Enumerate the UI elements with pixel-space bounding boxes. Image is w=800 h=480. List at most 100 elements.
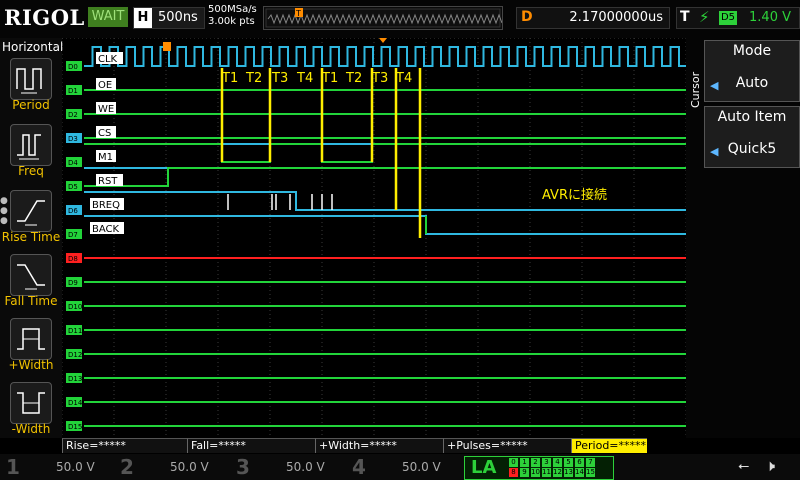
- la-label: LA: [471, 457, 497, 478]
- channel-tag-label: D9: [68, 279, 78, 287]
- mode-value: Auto: [735, 75, 769, 91]
- pulses-measurement[interactable]: +Pulses=*****: [443, 438, 571, 453]
- channel-tag-label: D0: [68, 63, 78, 71]
- channel-tag-label: D11: [68, 327, 82, 335]
- neg-width-button[interactable]: [10, 382, 52, 424]
- signal-label-oe: OE: [98, 80, 112, 91]
- ch1-number: 1: [6, 455, 20, 479]
- memory-overview-strip[interactable]: T: [263, 6, 503, 30]
- clk-trace: [84, 46, 686, 67]
- delay-key: D: [521, 9, 533, 25]
- channel-tag-label: D8: [68, 255, 78, 263]
- back-trace: [84, 215, 686, 235]
- pos-width-button[interactable]: [10, 318, 52, 360]
- rst-trace: [84, 167, 686, 187]
- signal-label-rst: RST: [98, 176, 118, 187]
- cursor-menu-tab: Cursor: [688, 56, 702, 116]
- la-channel-cell: 13: [564, 468, 573, 477]
- avr-note: AVRに接続: [542, 187, 607, 203]
- la-channel-cell: 0: [509, 458, 518, 467]
- ch4-status[interactable]: 4 50.0 V: [352, 455, 460, 479]
- rise-time-label: Rise Time: [1, 230, 61, 244]
- freq-icon: [17, 134, 41, 160]
- trigger-position-value: 2.17000000us: [569, 10, 663, 25]
- signal-label-breq: BREQ: [92, 200, 120, 211]
- trigger-source: D5: [719, 11, 737, 25]
- auto-item-button[interactable]: Auto Item ◀ Quick5: [704, 106, 800, 168]
- signal-label-clk: CLK: [98, 54, 118, 65]
- ch4-number: 4: [352, 455, 366, 479]
- ch2-status[interactable]: 2 50.0 V: [120, 455, 228, 479]
- sample-rate: 500MSa/s: [208, 4, 257, 15]
- channel-tag-label: D12: [68, 351, 82, 359]
- auto-item-title: Auto Item: [717, 109, 787, 125]
- channel-tag-label: D1: [68, 87, 78, 95]
- la-channel-cell: 14: [575, 468, 584, 477]
- ch3-number: 3: [236, 455, 250, 479]
- period-icon: [16, 68, 42, 94]
- period-button[interactable]: [10, 58, 52, 100]
- channel-tag-label: D3: [68, 135, 78, 143]
- la-channel-cell: 4: [553, 458, 562, 467]
- period-measurement[interactable]: Period=*****: [571, 438, 647, 453]
- scroll-dots-icon: ● ● ●: [0, 196, 8, 226]
- channel-tags: D0 D1 D2 D3 D4 D5 D6 D7 D8 D9 D10 D11 D12 D13 D14 D15: [66, 61, 83, 431]
- logic-analyzer-status[interactable]: LA 0 1 2 3 4 5 6 7 8 9 10 11 12 13 14 15: [464, 456, 614, 480]
- cycle-label-t1: T1: [221, 71, 238, 86]
- channel-tag-label: D2: [68, 111, 78, 119]
- signal-label-cs: CS: [98, 128, 111, 139]
- la-channel-cell: 10: [531, 468, 540, 477]
- pos-width-label: +Width: [8, 358, 54, 372]
- fall-measurement[interactable]: Fall=*****: [187, 438, 315, 453]
- cycle-label-t4: T4: [395, 71, 412, 86]
- ch4-scale: 50.0 V: [402, 460, 441, 474]
- trigger-marker-icon: [163, 42, 171, 51]
- mode-button[interactable]: Mode ◀ Auto: [704, 40, 800, 102]
- speaker-muted-icon[interactable]: 🕨: [765, 456, 775, 476]
- run-status-badge[interactable]: WAIT: [88, 7, 128, 27]
- timebase-value: 500ns: [158, 10, 198, 25]
- timebase-box[interactable]: H 500ns: [133, 7, 205, 29]
- fall-time-label: Fall Time: [4, 294, 58, 308]
- neg-width-icon: [17, 392, 45, 414]
- freq-button[interactable]: [10, 124, 52, 166]
- rise-measurement[interactable]: Rise=*****: [62, 438, 190, 453]
- auto-item-value: Quick5: [727, 141, 777, 157]
- trigger-position-box[interactable]: D 2.17000000us: [516, 7, 670, 29]
- channel-tag-label: D7: [68, 231, 78, 239]
- ch3-status[interactable]: 3 50.0 V: [236, 455, 344, 479]
- la-channel-cell: 2: [531, 458, 540, 467]
- panel-title: Horizontal: [2, 40, 64, 54]
- rise-time-icon: [17, 200, 45, 226]
- ch2-scale: 50.0 V: [170, 460, 209, 474]
- neg-width-label: -Width: [11, 422, 51, 436]
- signal-label-back: BACK: [92, 224, 120, 235]
- freq-label: Freq: [18, 164, 44, 178]
- pos-width-measurement[interactable]: +Width=*****: [315, 438, 443, 453]
- la-channel-cell: 6: [575, 458, 584, 467]
- sample-rate-readout: 500MSa/s 3.00k pts: [208, 4, 257, 28]
- trigger-key: T: [680, 9, 690, 25]
- rise-time-button[interactable]: [10, 190, 52, 232]
- cycle-label-t3: T3: [271, 71, 288, 86]
- cycle-label-t2: T2: [245, 71, 262, 86]
- memory-depth: 3.00k pts: [208, 16, 255, 27]
- horizontal-key: H: [134, 8, 152, 28]
- digital-traces: [84, 46, 686, 427]
- cycle-label-t2: T2: [345, 71, 362, 86]
- signal-label-we: WE: [98, 104, 114, 115]
- usb-icon: ⭠: [738, 458, 750, 474]
- channel-tag-label: D15: [68, 423, 82, 431]
- la-channel-cell: 11: [542, 468, 551, 477]
- cycle-label-t4: T4: [296, 71, 313, 86]
- svg-text:T: T: [295, 9, 301, 18]
- waveform-display[interactable]: D0 D1 D2 D3 D4 D5 D6 D7 D8 D9 D10 D11 D12 D13 D14 D15 C…: [62, 38, 686, 438]
- la-channel-cell: 9: [520, 468, 529, 477]
- channel-tag-label: D4: [68, 159, 78, 167]
- period-label: Period: [12, 98, 50, 112]
- trigger-status-box[interactable]: T ⚡ D5 1.40 V: [676, 7, 800, 29]
- ch1-status[interactable]: 1 50.0 V: [6, 455, 114, 479]
- channel-tag-label: D5: [68, 183, 78, 191]
- fall-time-button[interactable]: [10, 254, 52, 296]
- rising-edge-icon: ⚡: [699, 8, 710, 26]
